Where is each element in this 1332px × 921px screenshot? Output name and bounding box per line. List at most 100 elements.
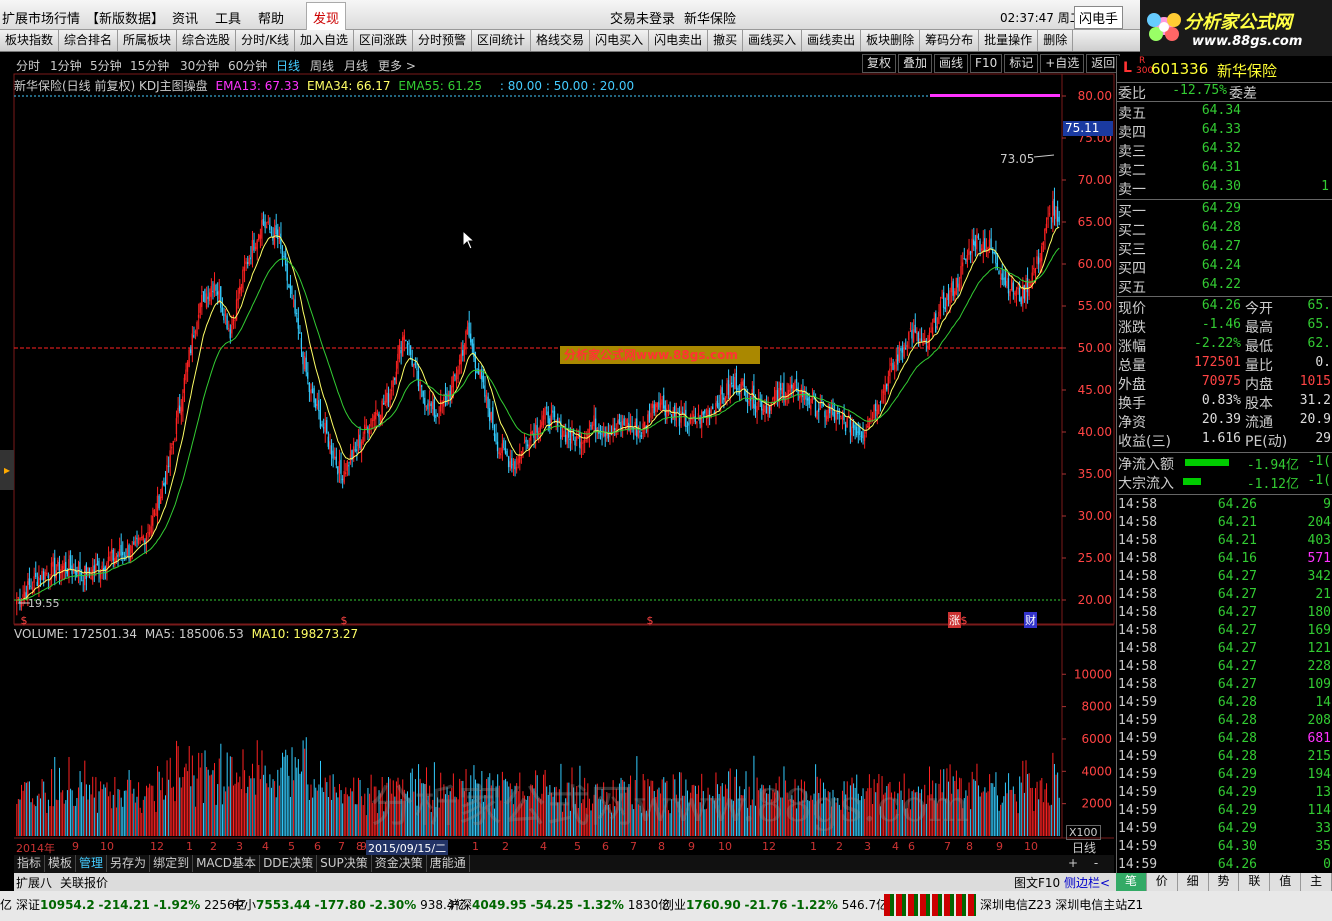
tick-list[interactable]: 14:58 64.26 9 14:58 64.21 204 14:58 64.21 403 14:… bbox=[1117, 494, 1332, 872]
bid-row: 买三 64.27 bbox=[1117, 239, 1332, 258]
volume-tick-label: 6000 bbox=[1081, 732, 1112, 746]
scroll-left-arrow-icon[interactable]: ▸ bbox=[0, 450, 14, 490]
period-15min[interactable]: 15分钟 bbox=[130, 57, 169, 74]
ask-label: 卖二 bbox=[1118, 163, 1146, 179]
candle-body bbox=[667, 411, 669, 413]
rtab-tick[interactable]: 笔 bbox=[1116, 873, 1147, 891]
candle-body bbox=[140, 536, 143, 538]
tab-related-quote[interactable]: 关联报价 bbox=[60, 874, 108, 891]
bid-row: 买四 64.24 bbox=[1117, 258, 1332, 277]
period-60min[interactable]: 60分钟 bbox=[228, 57, 267, 74]
tab-dde[interactable]: DDE决策 bbox=[260, 855, 318, 872]
ask-price: 64.31 bbox=[1201, 160, 1241, 175]
price-tick-label: 60.00 bbox=[1078, 257, 1112, 271]
f10-text-button[interactable]: 图文F10 bbox=[1014, 874, 1060, 891]
period-1min[interactable]: 1分钟 bbox=[50, 57, 82, 74]
candle-body bbox=[787, 389, 790, 399]
candle-body bbox=[729, 384, 731, 399]
rtab-detail[interactable]: 细 bbox=[1178, 873, 1209, 891]
candle-body bbox=[658, 401, 660, 410]
stat-value2: 65. bbox=[1307, 317, 1331, 332]
period-30min[interactable]: 30分钟 bbox=[180, 57, 219, 74]
idx-amt: 546.7亿 bbox=[841, 898, 889, 912]
rtab-link[interactable]: 联 bbox=[1239, 873, 1271, 891]
tab-macd[interactable]: MACD基本 bbox=[193, 855, 261, 872]
candle-body bbox=[197, 314, 200, 318]
stat-value: 64.26 bbox=[1201, 298, 1241, 313]
period-weekly[interactable]: 周线 bbox=[310, 57, 334, 74]
tab-extend8[interactable]: 扩展八 bbox=[16, 874, 52, 891]
tool-mark[interactable]: 标记 bbox=[1004, 54, 1039, 73]
period-5min[interactable]: 5分钟 bbox=[90, 57, 122, 74]
sidebar-toggle[interactable]: 侧边栏< bbox=[1064, 874, 1110, 891]
rtab-price[interactable]: 价 bbox=[1147, 873, 1178, 891]
stock-code: 601336 bbox=[1151, 60, 1209, 78]
candle-body bbox=[501, 443, 503, 454]
tool-add-watch[interactable]: +自选 bbox=[1040, 54, 1085, 73]
index-hs300[interactable]: 沪深4049.95 -54.25 -1.32% 1830亿 bbox=[448, 896, 670, 913]
date-tick: 6 bbox=[602, 840, 609, 853]
rtab-trend[interactable]: 势 bbox=[1209, 873, 1240, 891]
rtab-value[interactable]: 值 bbox=[1270, 873, 1302, 891]
event-mark-finance[interactable]: 财 bbox=[1024, 612, 1037, 628]
idx-chg: -21.76 bbox=[744, 898, 788, 912]
candle-body bbox=[359, 434, 361, 449]
ask-price: 64.33 bbox=[1201, 122, 1241, 137]
candle-body bbox=[647, 414, 649, 432]
candle-body bbox=[936, 326, 938, 329]
period-timeline[interactable]: 分时 bbox=[16, 57, 40, 74]
candle-body bbox=[859, 427, 861, 435]
tool-overlay[interactable]: 叠加 bbox=[898, 54, 933, 73]
tab-save-as[interactable]: 另存为 bbox=[107, 855, 151, 872]
tab-fund[interactable]: 资金决策 bbox=[372, 855, 427, 872]
candle-body bbox=[261, 220, 263, 239]
period-monthly[interactable]: 月线 bbox=[344, 57, 368, 74]
candle-body bbox=[1039, 258, 1041, 263]
index-smallcap[interactable]: 中小7553.44 -177.80 -2.30% 938.4亿 bbox=[232, 896, 466, 913]
candle-body bbox=[422, 390, 424, 397]
tool-draw[interactable]: 画线 bbox=[934, 54, 969, 73]
kline-chart[interactable]: 80.0075.0070.0065.0060.0055.0050.0045.00… bbox=[0, 0, 1116, 873]
rtab-main[interactable]: 主 bbox=[1301, 873, 1332, 891]
candle-body bbox=[460, 353, 462, 365]
candle-body bbox=[1036, 256, 1038, 264]
candle-body bbox=[900, 348, 902, 351]
candle-body bbox=[269, 224, 271, 230]
candle-body bbox=[840, 415, 842, 417]
candle-body bbox=[348, 465, 350, 467]
volume-info: VOLUME: 172501.34 MA5: 185006.53 MA10: 1… bbox=[14, 627, 358, 643]
idx-chg: -214.21 bbox=[98, 898, 150, 912]
signal-band bbox=[930, 94, 1060, 97]
tool-adjust[interactable]: 复权 bbox=[862, 54, 897, 73]
candle-body bbox=[115, 556, 117, 562]
tick-row: 14:59 64.28 208 bbox=[1117, 713, 1332, 731]
quote-header: L R 300 601336 新华保险 bbox=[1117, 56, 1332, 80]
date-tick: 6 bbox=[908, 840, 915, 853]
tab-indicator[interactable]: 指标 bbox=[14, 855, 46, 872]
tab-template[interactable]: 模板 bbox=[45, 855, 77, 872]
zoom-buttons[interactable]: + - bbox=[1068, 856, 1104, 870]
candle-body bbox=[1034, 268, 1036, 273]
tick-price: 64.28 bbox=[1217, 695, 1257, 710]
index-chinext[interactable]: 创业1760.90 -21.76 -1.22% 546.7亿 bbox=[662, 896, 888, 913]
tab-bind[interactable]: 绑定到 bbox=[150, 855, 194, 872]
tick-row: 14:59 64.29 13 bbox=[1117, 785, 1332, 803]
server-status[interactable]: 深圳电信Z23 深圳电信主站Z1 bbox=[980, 896, 1143, 913]
tool-f10[interactable]: F10 bbox=[970, 54, 1003, 73]
tick-volume: 9 bbox=[1323, 497, 1331, 512]
candle-body bbox=[190, 349, 192, 353]
date-tick: 4 bbox=[540, 840, 547, 853]
tab-manage[interactable]: 管理 bbox=[76, 855, 108, 872]
index-shenzhen[interactable]: 深证10954.2 -214.21 -1.92% 2256亿 bbox=[16, 896, 247, 913]
volume-ma5: MA5: 185006.53 bbox=[144, 627, 244, 641]
tab-sup[interactable]: SUP决策 bbox=[317, 855, 372, 872]
tick-volume: 194 bbox=[1307, 767, 1331, 782]
candle-body bbox=[17, 597, 19, 599]
candle-body bbox=[42, 571, 45, 581]
period-daily[interactable]: 日线 bbox=[276, 57, 300, 74]
tab-tangnengtong[interactable]: 唐能通 bbox=[427, 855, 470, 872]
idx-chg: -54.25 bbox=[530, 898, 574, 912]
event-mark-up[interactable]: 涨 bbox=[948, 612, 961, 628]
period-more[interactable]: 更多 > bbox=[378, 57, 416, 74]
kdj-levels: : 80.00 : 50.00 : 20.00 bbox=[499, 79, 635, 93]
